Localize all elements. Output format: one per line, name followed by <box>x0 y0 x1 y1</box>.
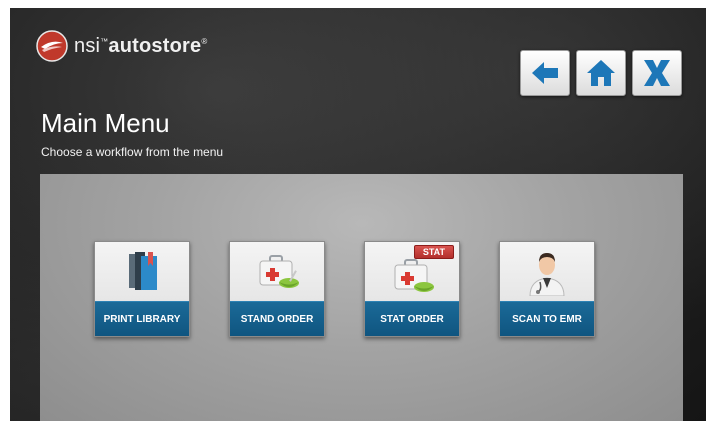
tile-label: PRINT LIBRARY <box>95 301 189 336</box>
close-button[interactable] <box>632 50 682 96</box>
back-button[interactable] <box>520 50 570 96</box>
stat-order-tile[interactable]: STAT STAT ORDER <box>364 241 460 337</box>
nsi-logo-icon <box>36 30 68 62</box>
close-x-icon <box>644 60 670 86</box>
brand-name: autostore <box>108 34 202 57</box>
tile-label: STAND ORDER <box>230 301 324 336</box>
page-title: Main Menu <box>41 108 170 138</box>
doctor-icon <box>529 253 565 296</box>
books-icon <box>129 252 157 290</box>
nav-toolbar <box>520 50 682 96</box>
page-subtitle: Choose a workflow from the menu <box>41 145 224 159</box>
stand-order-tile[interactable]: STAND ORDER <box>229 241 325 337</box>
medical-kit-stat-icon <box>394 259 434 292</box>
tile-label: SCAN TO EMR <box>500 301 594 336</box>
home-button[interactable] <box>576 50 626 96</box>
tile-label: STAT ORDER <box>365 301 459 336</box>
brand-wordmark: nsi™autostore® <box>74 35 207 58</box>
workflow-tiles: PRINT LIBRARY STAND ORDER STAT STAT ORDE… <box>94 241 595 337</box>
brand-prefix: nsi <box>74 34 101 57</box>
brand-tm: ™ <box>100 36 109 46</box>
scan-to-emr-tile[interactable]: SCAN TO EMR <box>499 241 595 337</box>
app-screen: nsi™autostore® Main Menu Choose a workfl… <box>10 8 706 421</box>
arrow-left-icon <box>532 62 558 84</box>
autostore-logo: nsi™autostore® <box>36 30 207 62</box>
home-icon <box>587 60 615 86</box>
print-library-tile[interactable]: PRINT LIBRARY <box>94 241 190 337</box>
medical-kit-icon <box>259 255 299 288</box>
workflow-panel: PRINT LIBRARY STAND ORDER STAT STAT ORDE… <box>40 174 683 421</box>
brand-reg: ® <box>201 36 208 46</box>
